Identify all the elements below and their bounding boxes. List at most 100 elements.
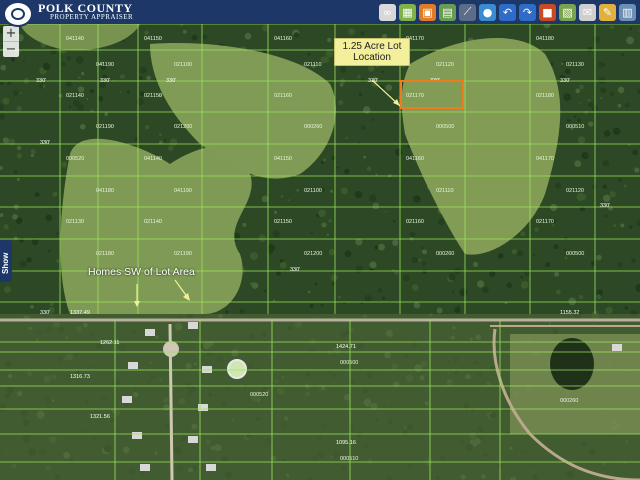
tree-canopy	[182, 29, 187, 34]
tree-canopy	[339, 83, 344, 87]
measure-icon[interactable]: ⟋	[459, 3, 476, 21]
dimension-label: 330'	[600, 203, 610, 209]
tree-canopy	[357, 75, 361, 79]
tree-canopy	[7, 81, 12, 86]
tree-canopy	[381, 296, 385, 300]
house-roof	[128, 362, 138, 369]
tree-canopy	[261, 195, 269, 203]
tree-canopy	[497, 253, 504, 259]
email-icon[interactable]: ✉	[579, 3, 596, 21]
tree-canopy	[617, 86, 625, 94]
undo-icon[interactable]: ↶	[499, 3, 516, 21]
tools-icon[interactable]: ✎	[599, 3, 616, 21]
house-roof	[122, 396, 132, 403]
basemap-icon[interactable]: ▣	[419, 3, 436, 21]
tree-canopy	[560, 62, 564, 65]
tree-canopy	[19, 91, 22, 95]
tree-canopy	[310, 232, 313, 235]
tree-canopy	[545, 262, 551, 268]
tree-canopy	[144, 124, 150, 130]
tree-canopy	[602, 184, 607, 189]
tree-canopy	[279, 261, 287, 269]
tree-canopy	[451, 291, 455, 294]
tree-canopy	[287, 199, 290, 202]
tree-canopy	[81, 72, 85, 76]
parcel-id-label: 021110	[436, 188, 454, 194]
tree-canopy	[629, 225, 633, 229]
tree-canopy	[0, 64, 7, 71]
parcel-id-label: 000260	[436, 251, 454, 257]
dimension-label: 330'	[36, 78, 46, 84]
tree-canopy	[354, 191, 363, 199]
aerial-map[interactable]: 330'330'330'330'330'330'330'330'330'330'…	[0, 24, 640, 480]
tree-canopy	[158, 133, 162, 137]
tree-canopy	[249, 252, 258, 261]
tree-canopy	[632, 149, 638, 156]
zoom-out-button[interactable]: −	[3, 41, 19, 57]
tree-canopy	[368, 65, 375, 72]
tree-canopy	[340, 187, 348, 195]
parcel-id-label: 021190	[96, 124, 114, 130]
tree-canopy	[626, 36, 634, 45]
dimension-label: 330'	[40, 140, 50, 146]
redo-icon[interactable]: ↷	[519, 3, 536, 21]
globe-icon[interactable]: ●	[479, 3, 496, 21]
app-header: POLK COUNTY PROPERTY APPRAISER ∞ ▦ ▣ ▤ ⟋ ● ↶ ↷ ■…	[0, 0, 640, 27]
tree-canopy	[42, 84, 46, 88]
tree-canopy	[587, 98, 591, 103]
tree-canopy	[363, 106, 371, 114]
binoculars-icon[interactable]: ∞	[379, 3, 396, 21]
tree-canopy	[146, 75, 151, 81]
tree-canopy	[596, 294, 602, 300]
tree-canopy	[596, 254, 602, 261]
tree-canopy	[26, 257, 32, 263]
tree-canopy	[359, 92, 363, 96]
parcel-id-label: 021190	[174, 251, 192, 257]
department-name: PROPERTY APPRAISER	[50, 13, 134, 21]
tree-canopy	[369, 261, 377, 269]
tree-canopy	[16, 145, 22, 151]
tree-canopy	[564, 256, 568, 260]
tree-canopy	[30, 149, 36, 154]
tree-canopy	[578, 101, 581, 104]
tree-canopy	[239, 309, 245, 314]
tree-canopy	[123, 40, 126, 43]
tree-canopy	[139, 76, 143, 80]
dimension-label: 1424.71	[336, 344, 356, 350]
dimension-label: 1095.16	[336, 440, 356, 446]
lot-highlight[interactable]	[400, 80, 464, 109]
tree-canopy	[344, 168, 350, 175]
tree-canopy	[581, 152, 589, 160]
tree-canopy	[604, 130, 611, 137]
tree-canopy	[56, 259, 60, 263]
tree-canopy	[532, 254, 535, 257]
tree-canopy	[473, 261, 479, 267]
tree-canopy	[56, 231, 59, 235]
zoom-control: + −	[3, 26, 19, 57]
tree-canopy	[393, 220, 396, 223]
parcel-id-label: 021180	[536, 93, 554, 99]
house-roof	[202, 366, 212, 373]
tree-canopy	[348, 28, 356, 35]
homes-area-label: Homes SW of Lot Area	[88, 266, 195, 278]
map-view[interactable]: 330'330'330'330'330'330'330'330'330'330'…	[0, 24, 640, 480]
print-icon[interactable]: ■	[539, 3, 556, 21]
parcel-id-label: 021150	[274, 219, 292, 225]
parcel-id-label: 000500	[566, 251, 584, 257]
zoom-in-button[interactable]: +	[3, 26, 19, 41]
settings-icon[interactable]: ▥	[619, 3, 636, 21]
tree-canopy	[280, 195, 284, 198]
tree-canopy	[127, 90, 130, 94]
tree-canopy	[49, 47, 57, 55]
tree-canopy	[411, 256, 418, 264]
tree-canopy	[631, 258, 636, 263]
tree-canopy	[168, 145, 174, 151]
tree-canopy	[318, 209, 326, 218]
photo-icon[interactable]: ▤	[439, 3, 456, 21]
image-export-icon[interactable]: ▧	[559, 3, 576, 21]
layers-grid-icon[interactable]: ▦	[399, 3, 416, 21]
tree-canopy	[372, 202, 380, 210]
pond-woods	[550, 338, 594, 390]
tree-canopy	[61, 62, 66, 67]
show-panel-tab[interactable]: Show	[0, 240, 12, 282]
